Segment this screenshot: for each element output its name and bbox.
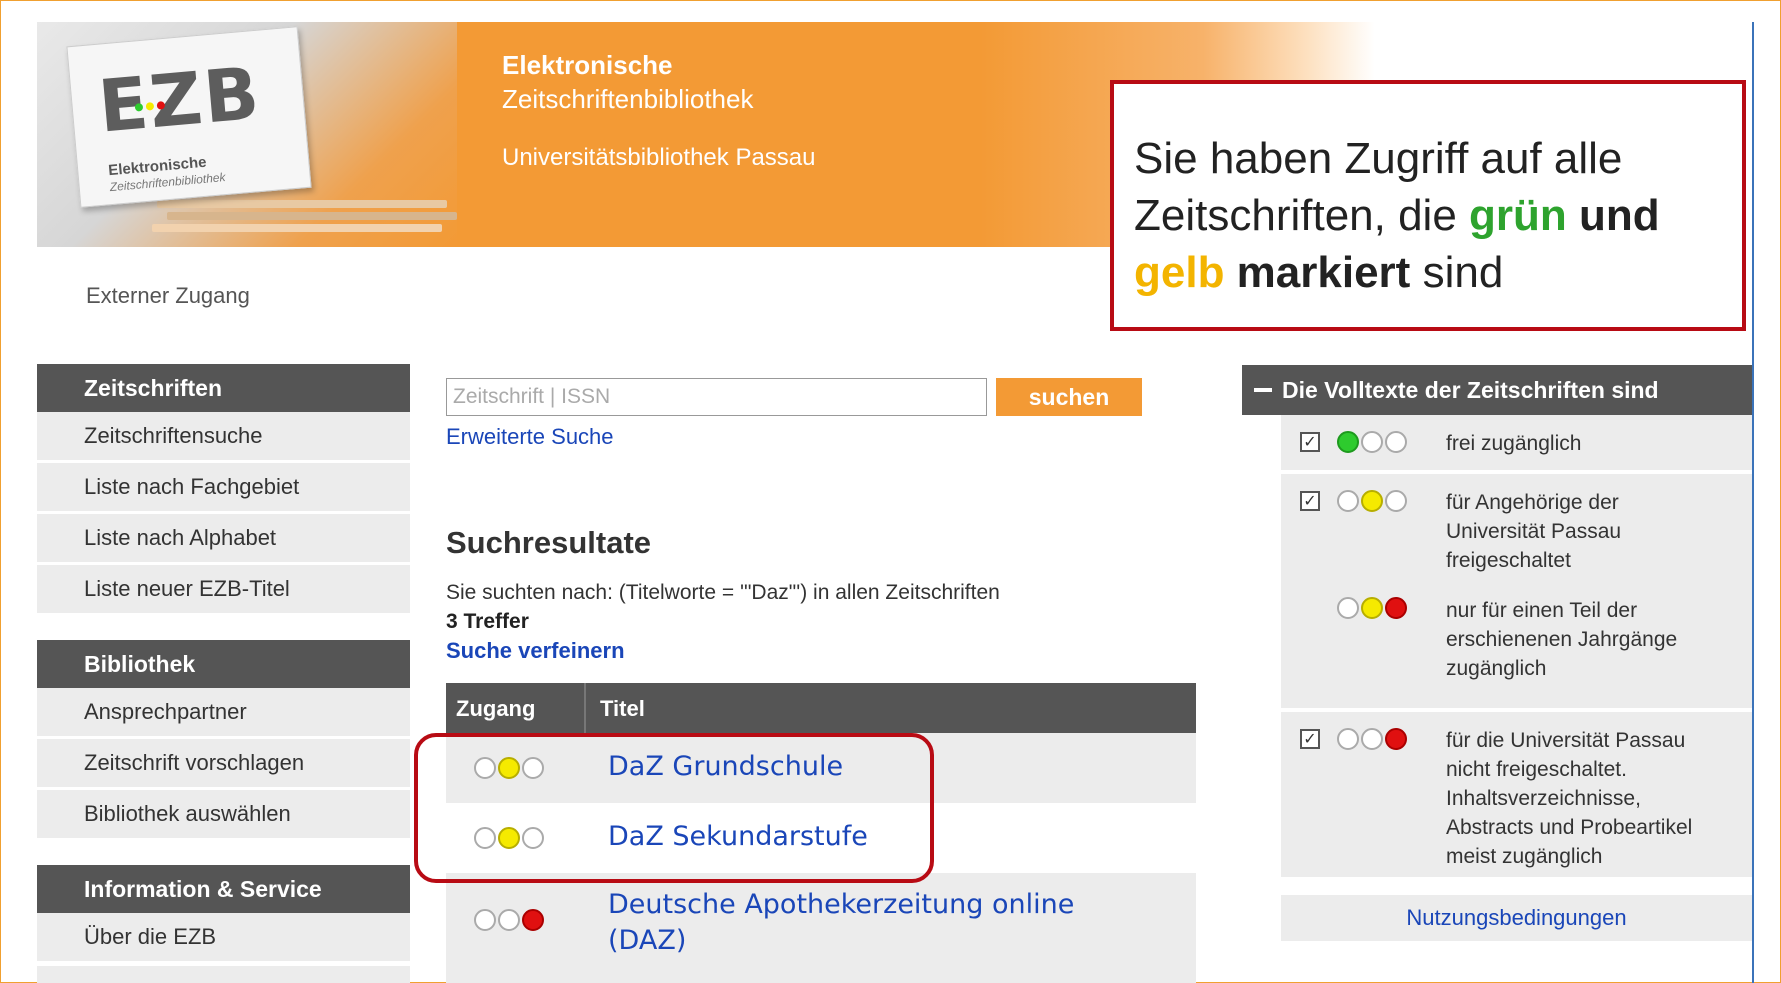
checkbox-checked-icon[interactable]: ✓ bbox=[1300, 729, 1320, 749]
sidebar-item-ueber-ezb[interactable]: Über die EZB bbox=[37, 913, 410, 964]
ezb-logo[interactable]: EZB Elektronische Zeitschriftenbibliothe… bbox=[37, 22, 457, 247]
callout-end: sind bbox=[1410, 248, 1504, 298]
legend-text: frei zugänglich bbox=[1446, 432, 1582, 455]
results-query: Sie suchten nach: (Titelworte = '"Daz"')… bbox=[446, 581, 1000, 604]
column-header-titel: Titel bbox=[600, 696, 645, 721]
annotation-callout: Sie haben Zugriff auf alle Zeitschriften… bbox=[1110, 80, 1746, 331]
results-heading: Suchresultate bbox=[446, 525, 652, 560]
sidebar-item-vorschlagen[interactable]: Zeitschrift vorschlagen bbox=[37, 739, 410, 790]
legend-header[interactable]: Die Volltexte der Zeitschriften sind bbox=[1242, 365, 1752, 415]
search-button[interactable]: suchen bbox=[996, 378, 1142, 416]
search-input[interactable]: Zeitschrift | ISSN bbox=[446, 378, 987, 416]
sidebar-item-bibliothek-auswaehlen[interactable]: Bibliothek auswählen bbox=[37, 790, 410, 841]
callout-marked-word: markiert bbox=[1224, 248, 1411, 298]
sidebar-heading-information: Information & Service bbox=[37, 865, 410, 913]
checkbox-checked-icon[interactable]: ✓ bbox=[1300, 491, 1320, 511]
traffic-light-red-icon bbox=[1337, 728, 1407, 750]
institution-name: Universitätsbibliothek Passau bbox=[502, 144, 816, 171]
site-subtitle: Zeitschriftenbibliothek bbox=[502, 84, 754, 114]
collapse-icon[interactable] bbox=[1254, 388, 1272, 392]
logo-mark: EZB bbox=[95, 50, 265, 149]
sidebar-heading-zeitschriften: Zeitschriften bbox=[37, 364, 410, 412]
sidebar-heading-bibliothek: Bibliothek bbox=[37, 640, 410, 688]
logo-paper-stack bbox=[167, 212, 457, 220]
traffic-light-yellow-icon bbox=[1337, 490, 1407, 512]
sidebar-item-ansprechpartner[interactable]: Ansprechpartner bbox=[37, 688, 410, 739]
legend-panel: Die Volltexte der Zeitschriften sind ✓ f… bbox=[1242, 365, 1752, 941]
sidebar: Zeitschriften Zeitschriftensuche Liste n… bbox=[37, 364, 410, 964]
legend-item-free: ✓ frei zugänglich bbox=[1281, 415, 1752, 474]
sidebar-item-fachgebiet[interactable]: Liste nach Fachgebiet bbox=[37, 463, 410, 514]
sidebar-item-neue-titel[interactable]: Liste neuer EZB-Titel bbox=[37, 565, 410, 616]
logo-card: EZB Elektronische Zeitschriftenbibliothe… bbox=[66, 26, 312, 208]
legend-heading: Die Volltexte der Zeitschriften sind bbox=[1282, 377, 1659, 403]
refine-search-link[interactable]: Suche verfeinern bbox=[446, 638, 625, 664]
sidebar-item-zeitschriftensuche[interactable]: Zeitschriftensuche bbox=[37, 412, 410, 463]
journal-title-link[interactable]: Deutsche Apothekerzeitung online (DAZ) bbox=[608, 887, 1074, 959]
legend-text: für Angehörige der Universität Passau frei… bbox=[1446, 491, 1622, 572]
logo-paper-stack bbox=[152, 224, 442, 232]
results-count: 3 Treffer bbox=[446, 610, 529, 633]
legend-text: für die Universität Passau nicht freigesc… bbox=[1446, 729, 1693, 868]
callout-and-word: und bbox=[1566, 191, 1660, 241]
sidebar-item-alphabet[interactable]: Liste nach Alphabet bbox=[37, 514, 410, 565]
results-table-header: Zugang Titel bbox=[446, 683, 1196, 733]
logo-paper-stack bbox=[157, 200, 447, 208]
traffic-light-yellow-red-icon bbox=[1337, 597, 1407, 619]
terms-of-use-link[interactable]: Nutzungsbedingungen bbox=[1281, 895, 1752, 941]
external-access-link[interactable]: Externer Zugang bbox=[86, 283, 250, 309]
annotation-highlight-rows bbox=[414, 733, 934, 883]
column-header-zugang: Zugang bbox=[456, 696, 536, 721]
legend-item-not-licensed: ✓ für die Universität Passau nicht freige… bbox=[1281, 712, 1752, 881]
sidebar-item-partial bbox=[37, 966, 410, 983]
callout-green-word: grün bbox=[1469, 191, 1567, 241]
legend-text: nur für einen Teil der erschienenen Jahrg… bbox=[1446, 599, 1678, 680]
legend-item-licensed: ✓ für Angehörige der Universität Passau fr… bbox=[1281, 474, 1752, 712]
advanced-search-link[interactable]: Erweiterte Suche bbox=[446, 424, 614, 450]
traffic-light-green-icon bbox=[1337, 431, 1407, 453]
table-row: Deutsche Apothekerzeitung online (DAZ) bbox=[446, 873, 1196, 983]
window-edge bbox=[1752, 22, 1754, 983]
callout-yellow-word: gelb bbox=[1134, 248, 1225, 298]
access-traffic-light-icon bbox=[474, 909, 544, 931]
site-title: Elektronische bbox=[502, 50, 673, 80]
checkbox-checked-icon[interactable]: ✓ bbox=[1300, 432, 1320, 452]
